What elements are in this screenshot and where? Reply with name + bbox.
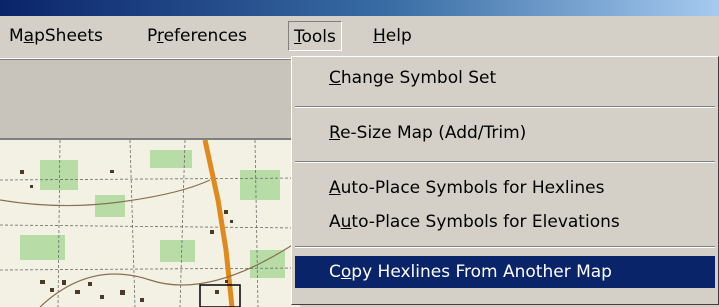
menu-tools[interactable]: Tools bbox=[288, 21, 342, 51]
woods-area bbox=[40, 160, 78, 190]
menu-item-auto-place-hexlines[interactable]: Auto-Place Symbols for Hexlines bbox=[295, 172, 715, 204]
woods-area bbox=[250, 250, 285, 278]
menu-item-resize-map[interactable]: Re-Size Map (Add/Trim) bbox=[295, 117, 715, 149]
woods-area bbox=[95, 195, 125, 217]
menu-item-copy-hexlines[interactable]: Copy Hexlines From Another Map bbox=[295, 256, 715, 288]
menu-help-label: Help bbox=[373, 26, 412, 46]
menu-tools-label: Tools bbox=[294, 27, 336, 47]
menu-separator bbox=[295, 161, 715, 163]
tools-dropdown-menu: Change Symbol Set Re-Size Map (Add/Trim)… bbox=[291, 56, 719, 305]
menu-item-label: Change Symbol Set bbox=[329, 68, 497, 88]
menu-mapsheets-label: MapSheets bbox=[9, 26, 103, 46]
window-title-bar bbox=[0, 0, 719, 16]
menu-item-label: Re-Size Map (Add/Trim) bbox=[329, 123, 527, 143]
map-graphic bbox=[0, 140, 300, 307]
menu-preferences-label: Preferences bbox=[147, 26, 247, 46]
menu-item-auto-place-elevations[interactable]: Auto-Place Symbols for Elevations bbox=[295, 206, 715, 238]
menu-mapsheets[interactable]: MapSheets bbox=[4, 21, 108, 51]
woods-area bbox=[160, 240, 195, 262]
woods-area bbox=[150, 150, 192, 168]
menu-item-label: Copy Hexlines From Another Map bbox=[329, 262, 612, 282]
menu-separator bbox=[295, 246, 715, 248]
toolbar-area bbox=[0, 60, 300, 138]
menu-item-label: Auto-Place Symbols for Elevations bbox=[329, 212, 620, 232]
menu-item-label: Auto-Place Symbols for Hexlines bbox=[329, 178, 605, 198]
menu-help[interactable]: Help bbox=[368, 21, 417, 51]
map-canvas[interactable] bbox=[0, 138, 300, 307]
menu-bar: MapSheets Preferences Tools Help bbox=[0, 16, 719, 59]
menu-item-change-symbol-set[interactable]: Change Symbol Set bbox=[295, 62, 715, 94]
menu-preferences[interactable]: Preferences bbox=[142, 21, 252, 51]
woods-area bbox=[240, 170, 280, 200]
menu-separator bbox=[295, 106, 715, 108]
